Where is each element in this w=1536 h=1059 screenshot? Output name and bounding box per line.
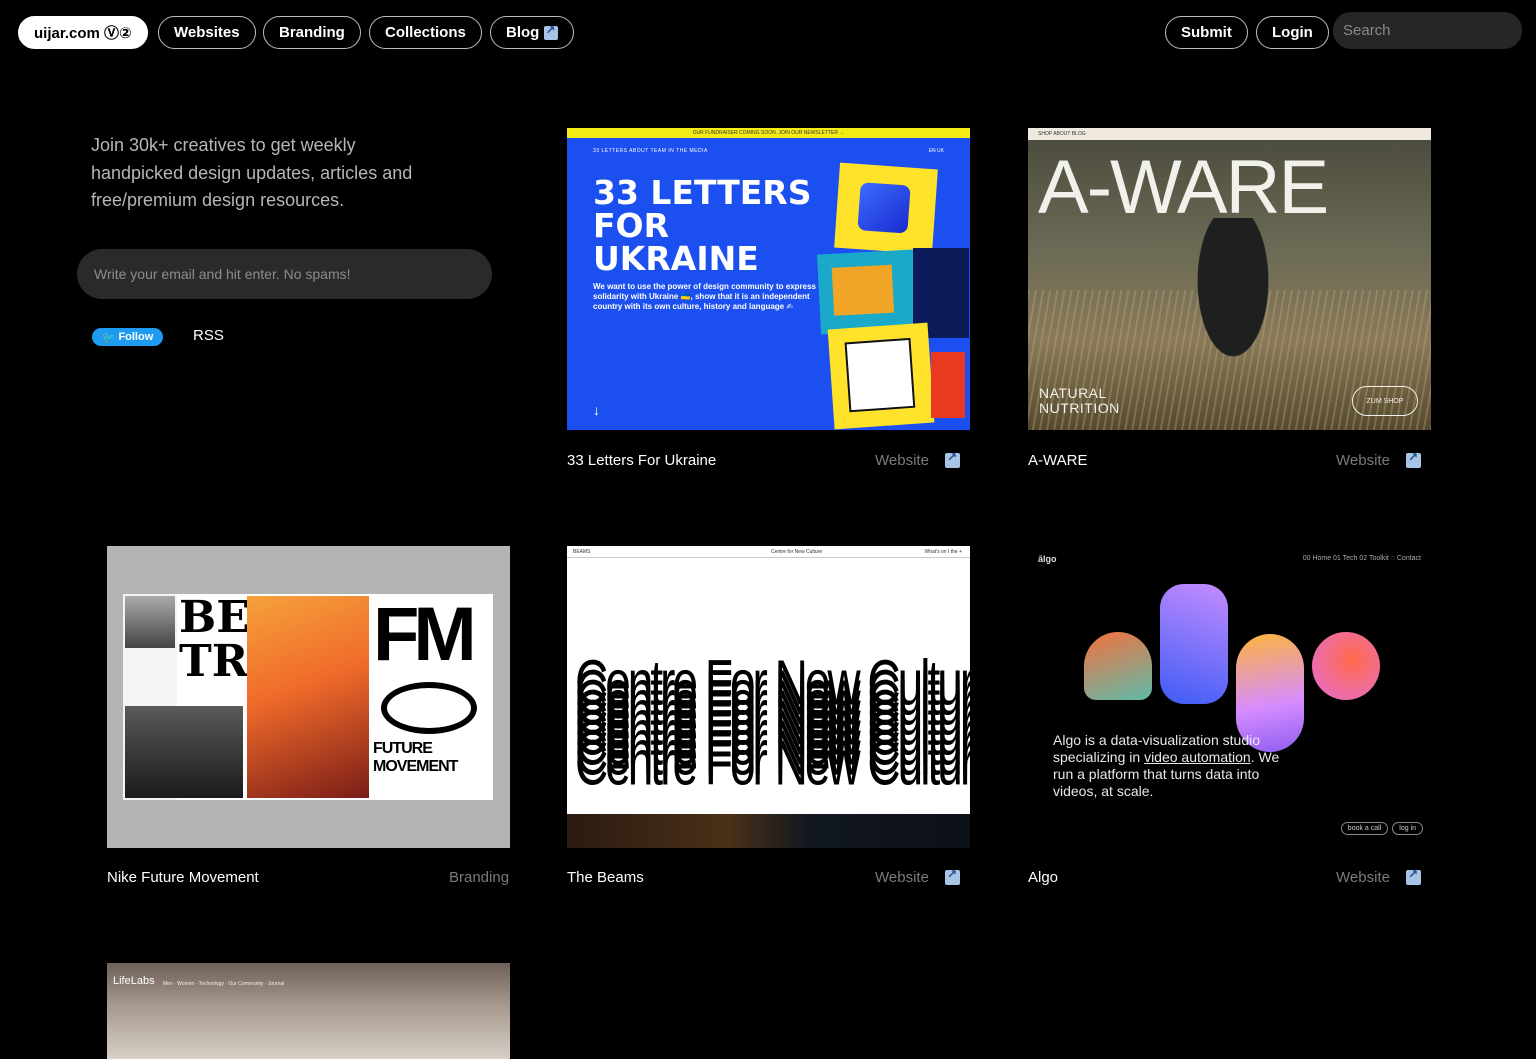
login-button[interactable]: Login bbox=[1256, 16, 1329, 49]
nav-branding[interactable]: Branding bbox=[263, 16, 361, 49]
thumb-be-true: BE TRUE bbox=[179, 592, 320, 684]
thumb-line: Centre For New Culture bbox=[575, 725, 970, 799]
card-thumbnail-33-letters[interactable]: OUR FUNDRAISER COMING SOON. JOIN OUR NEW… bbox=[567, 128, 970, 430]
card-thumbnail-a-ware[interactable]: SHOP ABOUT BLOG A-WARE NATURAL NUTRITION… bbox=[1028, 128, 1431, 430]
thumb-tagline: NATURAL NUTRITION bbox=[1039, 385, 1120, 416]
thumb-desc-link: video automation bbox=[1144, 749, 1251, 765]
newsletter-intro: Join 30k+ creatives to get weekly handpi… bbox=[91, 135, 413, 210]
thumb-shape bbox=[1084, 632, 1152, 700]
thumb-nav: SHOP ABOUT BLOG bbox=[1028, 128, 1431, 140]
brand-logo-link[interactable]: uijar.com Ⓥ② bbox=[18, 16, 148, 49]
thumb-nav: Men · Women · Technology · Our Community… bbox=[163, 981, 285, 987]
thumb-art-tile bbox=[816, 249, 918, 335]
nav-blog[interactable]: Blog bbox=[490, 16, 575, 49]
card-type: Website bbox=[1336, 452, 1390, 469]
thumb-login: log in bbox=[1392, 822, 1423, 835]
thumb-typography: Centre For New Culture Centre For New Cu… bbox=[575, 650, 970, 800]
twitter-bird-icon: 🐦 bbox=[101, 331, 116, 344]
thumb-nav-right: What's on I the + bbox=[924, 549, 962, 555]
thumb-shop-button: ZUM SHOP bbox=[1352, 386, 1418, 416]
search-placeholder: Search bbox=[1343, 22, 1391, 39]
rss-link[interactable]: RSS bbox=[193, 327, 224, 344]
email-input[interactable]: Write your email and hit enter. No spams… bbox=[77, 249, 492, 299]
thumb-art-tile bbox=[931, 352, 965, 418]
thumb-photo bbox=[247, 596, 369, 798]
card-title[interactable]: The Beams bbox=[567, 869, 644, 886]
email-placeholder: Write your email and hit enter. No spams… bbox=[94, 266, 351, 282]
card-title[interactable]: Nike Future Movement bbox=[107, 869, 259, 886]
nav-blog-label: Blog bbox=[506, 24, 540, 41]
card-type: Website bbox=[1336, 869, 1390, 886]
thumb-art-tile bbox=[827, 322, 935, 430]
thumb-nav: BEAMS Centre for New Culture What's on I… bbox=[567, 546, 970, 558]
twitter-follow-button[interactable]: 🐦 Follow bbox=[92, 328, 163, 346]
submit-button[interactable]: Submit bbox=[1165, 16, 1248, 49]
thumb-book-call: book a call bbox=[1340, 822, 1389, 835]
external-link-icon bbox=[544, 23, 559, 40]
card-type: Website bbox=[875, 869, 929, 886]
thumb-photo-strip bbox=[567, 814, 970, 848]
nike-swoosh-icon bbox=[381, 682, 477, 734]
thumb-lang: EN UK bbox=[928, 148, 944, 154]
card-thumbnail-lifelabs[interactable]: LifeLabs Men · Women · Technology · Our … bbox=[107, 963, 510, 1059]
thumb-fm-panel: FM FUTURE MOVEMENT bbox=[371, 596, 491, 798]
thumb-fm-logo: FM bbox=[373, 592, 477, 677]
thumb-person bbox=[1178, 218, 1288, 398]
thumb-nav-left: BEAMS bbox=[573, 549, 591, 555]
thumb-photo bbox=[125, 596, 175, 648]
card-thumbnail-the-beams[interactable]: BEAMS Centre for New Culture What's on I… bbox=[567, 546, 970, 848]
external-link-icon[interactable] bbox=[1406, 867, 1421, 885]
thumb-shape bbox=[1160, 584, 1228, 704]
card-type: Branding bbox=[449, 869, 510, 886]
thumb-heading: 33 LETTERS FOR UKRAINE bbox=[593, 173, 812, 278]
card-type: Website bbox=[875, 452, 929, 469]
nav-collections[interactable]: Collections bbox=[369, 16, 482, 49]
thumb-shape bbox=[1312, 632, 1380, 700]
thumb-future-movement: FUTURE MOVEMENT bbox=[373, 740, 458, 775]
thumb-description: Algo is a data-visualization studio spec… bbox=[1053, 732, 1283, 800]
card-thumbnail-nike[interactable]: BE TRUE FM FUTURE MOVEMENT bbox=[107, 546, 510, 848]
external-link-icon[interactable] bbox=[945, 867, 960, 885]
thumb-board: BE TRUE FM FUTURE MOVEMENT bbox=[123, 594, 493, 800]
search-input[interactable]: Search bbox=[1333, 12, 1522, 49]
thumb-art-tile bbox=[834, 162, 938, 255]
card-title[interactable]: Algo bbox=[1028, 869, 1058, 886]
nav-websites[interactable]: Websites bbox=[158, 16, 256, 49]
thumb-topbar: OUR FUNDRAISER COMING SOON. JOIN OUR NEW… bbox=[567, 128, 970, 138]
thumb-nav: 00 Home 01 Tech 02 Toolkit ◌ Contact bbox=[1302, 555, 1421, 562]
thumb-photo bbox=[125, 706, 243, 798]
card-title[interactable]: 33 Letters For Ukraine bbox=[567, 452, 716, 469]
external-link-icon[interactable] bbox=[945, 450, 960, 468]
card-title[interactable]: A-WARE bbox=[1028, 452, 1087, 469]
thumb-description: We want to use the power of design commu… bbox=[593, 282, 816, 311]
external-link-icon[interactable] bbox=[1406, 450, 1421, 468]
thumb-buttons: book a call log in bbox=[1340, 822, 1423, 835]
thumb-logo: LifeLabs bbox=[113, 975, 155, 987]
thumb-logo: ālgo bbox=[1038, 554, 1057, 564]
thumb-nav-center: Centre for New Culture bbox=[771, 549, 823, 555]
follow-label: Follow bbox=[118, 331, 154, 343]
arrow-down-icon: ↓ bbox=[593, 402, 600, 418]
card-thumbnail-algo[interactable]: ālgo 00 Home 01 Tech 02 Toolkit ◌ Contac… bbox=[1028, 546, 1431, 848]
thumb-heading: A-WARE bbox=[1038, 145, 1329, 230]
thumb-nav: 33 LETTERS ABOUT TEAM IN THE MEDIA bbox=[593, 148, 708, 154]
